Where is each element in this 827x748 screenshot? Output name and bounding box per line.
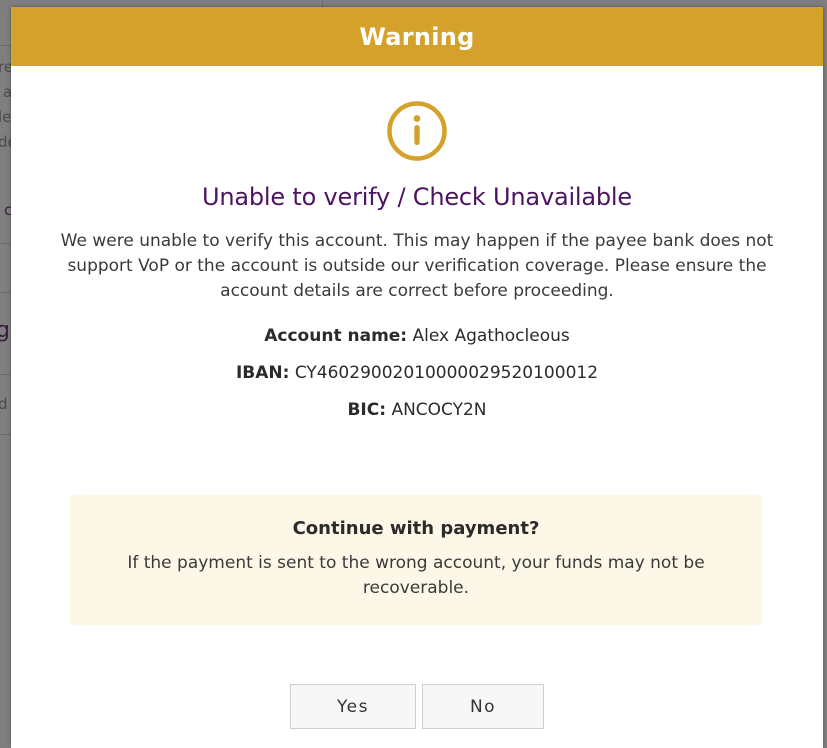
info-circle-icon xyxy=(387,101,447,161)
bic-label: BIC: xyxy=(347,400,387,420)
account-name-label: Account name: xyxy=(264,326,408,346)
yes-button[interactable]: Yes xyxy=(290,684,416,729)
dialog-header: Warning xyxy=(11,7,823,66)
confirm-title: Continue with payment? xyxy=(292,518,540,539)
no-button[interactable]: No xyxy=(422,684,544,729)
dialog-header-title: Warning xyxy=(359,22,475,51)
iban-label: IBAN: xyxy=(235,363,290,383)
account-name-row: Account name: Alex Agathocleous xyxy=(11,318,823,355)
dialog-title: Unable to verify / Check Unavailable xyxy=(202,183,632,211)
confirm-panel: Continue with payment? If the payment is… xyxy=(70,495,762,625)
bic-value: ANCOCY2N xyxy=(391,400,487,420)
background-divider xyxy=(0,243,11,244)
warning-dialog: Warning Unable to verify / Check Unavail… xyxy=(11,7,823,748)
background-divider xyxy=(0,374,11,375)
icon-container xyxy=(11,100,823,162)
account-details: Account name: Alex Agathocleous IBAN: CY… xyxy=(11,318,823,429)
background-text: d xyxy=(0,395,8,413)
background-heading: g xyxy=(0,318,10,343)
background-divider xyxy=(0,434,11,435)
iban-row: IBAN: CY46029002010000029520100012 xyxy=(11,355,823,392)
background-divider xyxy=(0,292,11,293)
bic-row: BIC: ANCOCY2N xyxy=(11,392,823,429)
account-name-value: Alex Agathocleous xyxy=(412,326,570,346)
background-divider xyxy=(0,45,11,46)
iban-value: CY46029002010000029520100012 xyxy=(294,363,599,383)
background-text: le xyxy=(0,108,12,126)
dialog-message: We were unable to verify this account. T… xyxy=(60,231,774,301)
confirm-text: If the payment is sent to the wrong acco… xyxy=(127,553,705,598)
dialog-actions: Yes No xyxy=(11,684,823,729)
